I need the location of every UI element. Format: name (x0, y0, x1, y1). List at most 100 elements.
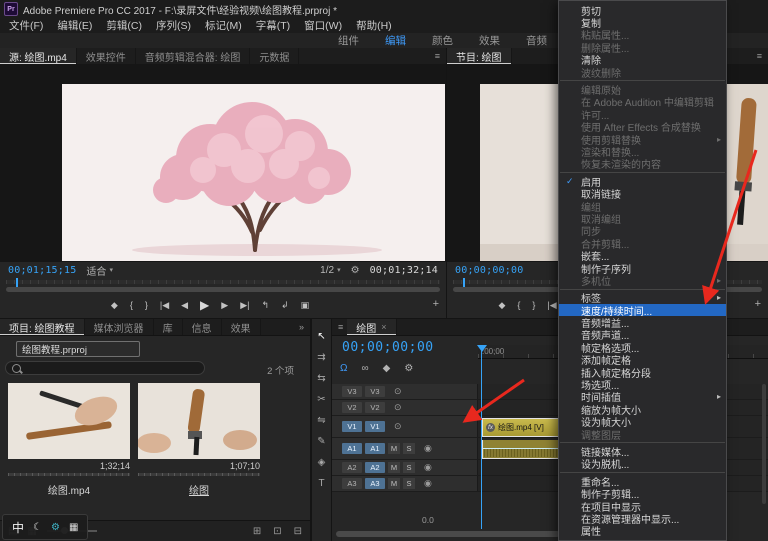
delete-button[interactable]: ⊟ (294, 526, 302, 537)
track-source-button-A3[interactable]: A3 (342, 478, 362, 489)
sequence-tab[interactable]: 绘图 × (347, 319, 396, 335)
button-editor-button[interactable]: + (755, 298, 761, 310)
voiceover-record-icon-A3[interactable]: ◉ (424, 478, 432, 489)
track-output-toggle-V2[interactable]: ⊙ (394, 402, 402, 413)
tab-overflow-icon[interactable]: » (299, 322, 304, 332)
button-editor-button[interactable]: + (433, 298, 439, 310)
project-item-video[interactable]: 1;32;14 绘图.mp4 (8, 383, 130, 497)
vertical-scrollbar[interactable] (762, 384, 766, 504)
project-tab-1[interactable]: 媒体浏览器 (85, 319, 154, 335)
track-target-button-A2[interactable]: A2 (365, 462, 385, 473)
context-menu-item-39[interactable]: 设为脱机... (559, 458, 726, 470)
context-menu-item-45[interactable]: 属性 (559, 525, 726, 537)
track-source-button-A1[interactable]: A1 (342, 443, 362, 454)
workspace-tab-3[interactable]: 效果 (479, 33, 500, 48)
project-item-thumbnail[interactable] (8, 383, 130, 459)
menubar-item-6[interactable]: 窗口(W) (297, 18, 349, 33)
source-zoom-scrollbar[interactable] (6, 287, 440, 292)
source-scrubber[interactable] (0, 280, 446, 294)
track-source-button-V3[interactable]: V3 (342, 386, 362, 397)
item-name[interactable]: 绘图 (138, 482, 260, 497)
source-tab-1[interactable]: 效果控件 (77, 48, 136, 64)
voiceover-record-icon-A1[interactable]: ◉ (424, 443, 432, 454)
zoom-level-dropdown[interactable]: 适合 ▾ (86, 263, 113, 278)
source-tab-3[interactable]: 元数据 (250, 48, 299, 64)
mark-in-button[interactable]: { (130, 300, 133, 310)
snap-toggle[interactable]: Ω (340, 363, 347, 374)
add-marker-button[interactable]: ◆ (498, 300, 505, 311)
panel-menu-icon[interactable]: ≡ (435, 51, 440, 61)
source-scrub-ruler[interactable] (6, 280, 440, 284)
insert-button[interactable]: ↰ (261, 300, 269, 311)
panel-menu-icon[interactable]: ≡ (757, 51, 762, 61)
track-solo-button-A2[interactable]: S (403, 462, 415, 473)
keyboard-icon[interactable]: ▦ (69, 522, 78, 533)
project-item-sequence[interactable]: 1;07;10 绘图 (138, 383, 260, 497)
ime-tools-icon[interactable]: ⚙ (51, 522, 60, 533)
project-tab-2[interactable]: 库 (154, 319, 183, 335)
timeline-timecode[interactable]: 00;00;00;00 (342, 340, 434, 355)
step-forward-button[interactable]: ▶ (221, 300, 228, 311)
timeline-settings-button[interactable]: ⚙ (404, 363, 413, 374)
menubar-item-7[interactable]: 帮助(H) (349, 18, 399, 33)
track-solo-button-A3[interactable]: S (403, 478, 415, 489)
workspace-tab-2[interactable]: 颜色 (432, 33, 453, 48)
track-target-button-V2[interactable]: V2 (365, 402, 385, 413)
track-target-button-V1[interactable]: V1 (365, 421, 385, 432)
menubar-item-4[interactable]: 标记(M) (198, 18, 249, 33)
menubar-item-5[interactable]: 字幕(T) (249, 18, 297, 33)
track-solo-button-A1[interactable]: S (403, 443, 415, 454)
step-back-button[interactable]: ◀ (181, 300, 188, 311)
ripple-edit-tool[interactable]: ⇆ (317, 373, 325, 385)
menubar-item-3[interactable]: 序列(S) (149, 18, 198, 33)
playhead-handle[interactable] (477, 345, 487, 352)
pen-tool[interactable]: ✎ (317, 436, 325, 448)
settings-gear-icon[interactable]: ⚙ (351, 265, 360, 276)
mark-out-button[interactable]: } (532, 300, 535, 310)
selection-tool[interactable]: ↖ (317, 331, 325, 343)
program-tab-0[interactable]: 节目: 绘图 (447, 48, 512, 64)
track-select-tool[interactable]: ⇉ (317, 352, 325, 364)
export-frame-button[interactable]: ▣ (301, 300, 310, 311)
menubar-item-1[interactable]: 编辑(E) (50, 18, 99, 33)
go-to-out-button[interactable]: ▶| (240, 300, 249, 311)
slip-tool[interactable]: ⇋ (317, 415, 325, 427)
track-source-button-V2[interactable]: V2 (342, 402, 362, 413)
track-mute-button-A3[interactable]: M (388, 478, 400, 489)
project-tab-4[interactable]: 效果 (222, 319, 261, 335)
mark-in-button[interactable]: { (517, 300, 520, 310)
mark-out-button[interactable]: } (145, 300, 148, 310)
track-target-button-A3[interactable]: A3 (365, 478, 385, 489)
playback-resolution-dropdown[interactable]: 1/2 ▾ (320, 265, 340, 276)
ime-language-toggle[interactable]: 中 (12, 519, 24, 536)
track-source-button-A2[interactable]: A2 (342, 462, 362, 473)
moon-icon[interactable]: ☾ (33, 522, 42, 533)
thumbnail-scrub-strip[interactable] (138, 473, 260, 476)
track-target-button-V3[interactable]: V3 (365, 386, 385, 397)
project-tab-0[interactable]: 项目: 绘图教程 (0, 319, 85, 335)
menubar-item-2[interactable]: 剪辑(C) (99, 18, 149, 33)
new-bin-button[interactable]: ⊞ (253, 526, 261, 537)
item-name[interactable]: 绘图.mp4 (8, 482, 130, 497)
add-marker-button[interactable]: ◆ (383, 363, 391, 374)
track-output-toggle-V1[interactable]: ⊙ (394, 421, 402, 432)
menubar-item-0[interactable]: 文件(F) (2, 18, 50, 33)
project-tab-3[interactable]: 信息 (183, 319, 222, 335)
track-target-button-A1[interactable]: A1 (365, 443, 385, 454)
search-input[interactable] (5, 361, 205, 375)
thumbnail-scrub-strip[interactable] (8, 473, 130, 476)
go-to-in-button[interactable]: |◀ (547, 300, 556, 311)
source-playhead[interactable] (16, 278, 18, 287)
track-source-button-V1[interactable]: V1 (342, 421, 362, 432)
playhead-line[interactable] (481, 345, 482, 529)
overwrite-button[interactable]: ↲ (281, 300, 289, 311)
source-tab-2[interactable]: 音频剪辑混合器: 绘图 (136, 48, 251, 64)
track-mute-button-A2[interactable]: M (388, 462, 400, 473)
project-file-label[interactable]: 绘图教程.prproj (16, 341, 140, 357)
source-tab-0[interactable]: 源: 绘图.mp4 (0, 48, 77, 64)
razor-tool[interactable]: ✂ (317, 394, 325, 406)
linked-selection-toggle[interactable]: ∞ (361, 363, 368, 374)
play-button[interactable]: ▶ (200, 298, 209, 312)
track-output-toggle-V3[interactable]: ⊙ (394, 386, 402, 397)
workspace-tab-1[interactable]: 编辑 (385, 33, 406, 48)
